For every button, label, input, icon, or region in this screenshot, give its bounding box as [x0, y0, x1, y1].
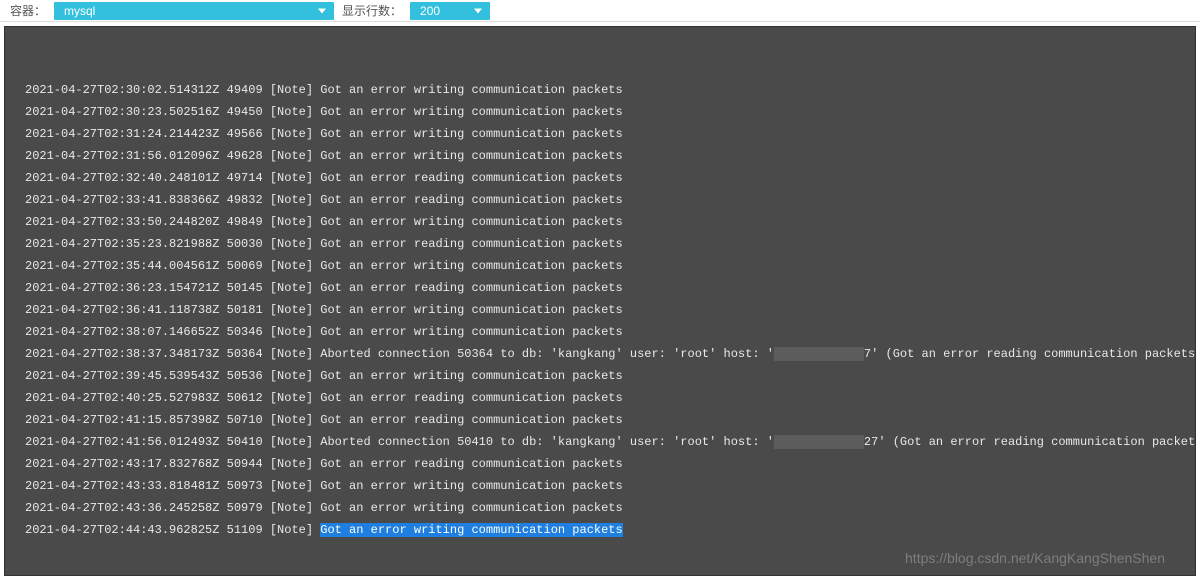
log-line[interactable]: 2021-04-27T02:41:56.012493Z 50410 [Note]… — [25, 431, 1175, 453]
log-line[interactable]: 2021-04-27T02:44:43.962825Z 51109 [Note]… — [25, 519, 1175, 541]
lines-select[interactable]: 200 — [410, 2, 490, 20]
log-line[interactable]: 2021-04-27T02:33:50.244820Z 49849 [Note]… — [25, 211, 1175, 233]
log-line[interactable]: 2021-04-27T02:35:23.821988Z 50030 [Note]… — [25, 233, 1175, 255]
log-line[interactable]: 2021-04-27T02:38:07.146652Z 50346 [Note]… — [25, 321, 1175, 343]
highlighted-text[interactable]: Got an error writing communication packe… — [320, 523, 622, 537]
log-line[interactable]: 2021-04-27T02:30:23.502516Z 49450 [Note]… — [25, 101, 1175, 123]
log-line[interactable]: 2021-04-27T02:30:02.514312Z 49409 [Note]… — [25, 79, 1175, 101]
log-line[interactable]: 2021-04-27T02:40:25.527983Z 50612 [Note]… — [25, 387, 1175, 409]
lines-label: 显示行数： — [342, 2, 402, 19]
redacted-host — [774, 435, 864, 449]
container-select-value: mysql — [64, 4, 95, 18]
log-line[interactable]: 2021-04-27T02:36:23.154721Z 50145 [Note]… — [25, 277, 1175, 299]
log-line[interactable]: 2021-04-27T02:31:24.214423Z 49566 [Note]… — [25, 123, 1175, 145]
log-line[interactable]: 2021-04-27T02:31:56.012096Z 49628 [Note]… — [25, 145, 1175, 167]
log-line[interactable]: 2021-04-27T02:36:41.118738Z 50181 [Note]… — [25, 299, 1175, 321]
chevron-down-icon — [318, 8, 326, 13]
watermark-text: https://blog.csdn.net/KangKangShenShen — [905, 547, 1165, 569]
log-line[interactable]: 2021-04-27T02:43:17.832768Z 50944 [Note]… — [25, 453, 1175, 475]
lines-select-value: 200 — [420, 4, 440, 18]
container-select[interactable]: mysql — [54, 2, 334, 20]
redacted-host — [774, 347, 864, 361]
log-toolbar: 容器： mysql 显示行数： 200 — [0, 0, 1200, 22]
log-line[interactable]: 2021-04-27T02:32:40.248101Z 49714 [Note]… — [25, 167, 1175, 189]
log-line[interactable]: 2021-04-27T02:41:15.857398Z 50710 [Note]… — [25, 409, 1175, 431]
container-label: 容器： — [10, 2, 46, 19]
log-line[interactable]: 2021-04-27T02:33:41.838366Z 49832 [Note]… — [25, 189, 1175, 211]
log-line[interactable]: 2021-04-27T02:43:33.818481Z 50973 [Note]… — [25, 475, 1175, 497]
log-output[interactable]: 2021-04-27T02:30:02.514312Z 49409 [Note]… — [4, 26, 1196, 576]
log-line[interactable]: 2021-04-27T02:39:45.539543Z 50536 [Note]… — [25, 365, 1175, 387]
log-line[interactable]: 2021-04-27T02:38:37.348173Z 50364 [Note]… — [25, 343, 1175, 365]
log-line[interactable]: 2021-04-27T02:35:44.004561Z 50069 [Note]… — [25, 255, 1175, 277]
chevron-down-icon — [474, 8, 482, 13]
log-line[interactable]: 2021-04-27T02:43:36.245258Z 50979 [Note]… — [25, 497, 1175, 519]
